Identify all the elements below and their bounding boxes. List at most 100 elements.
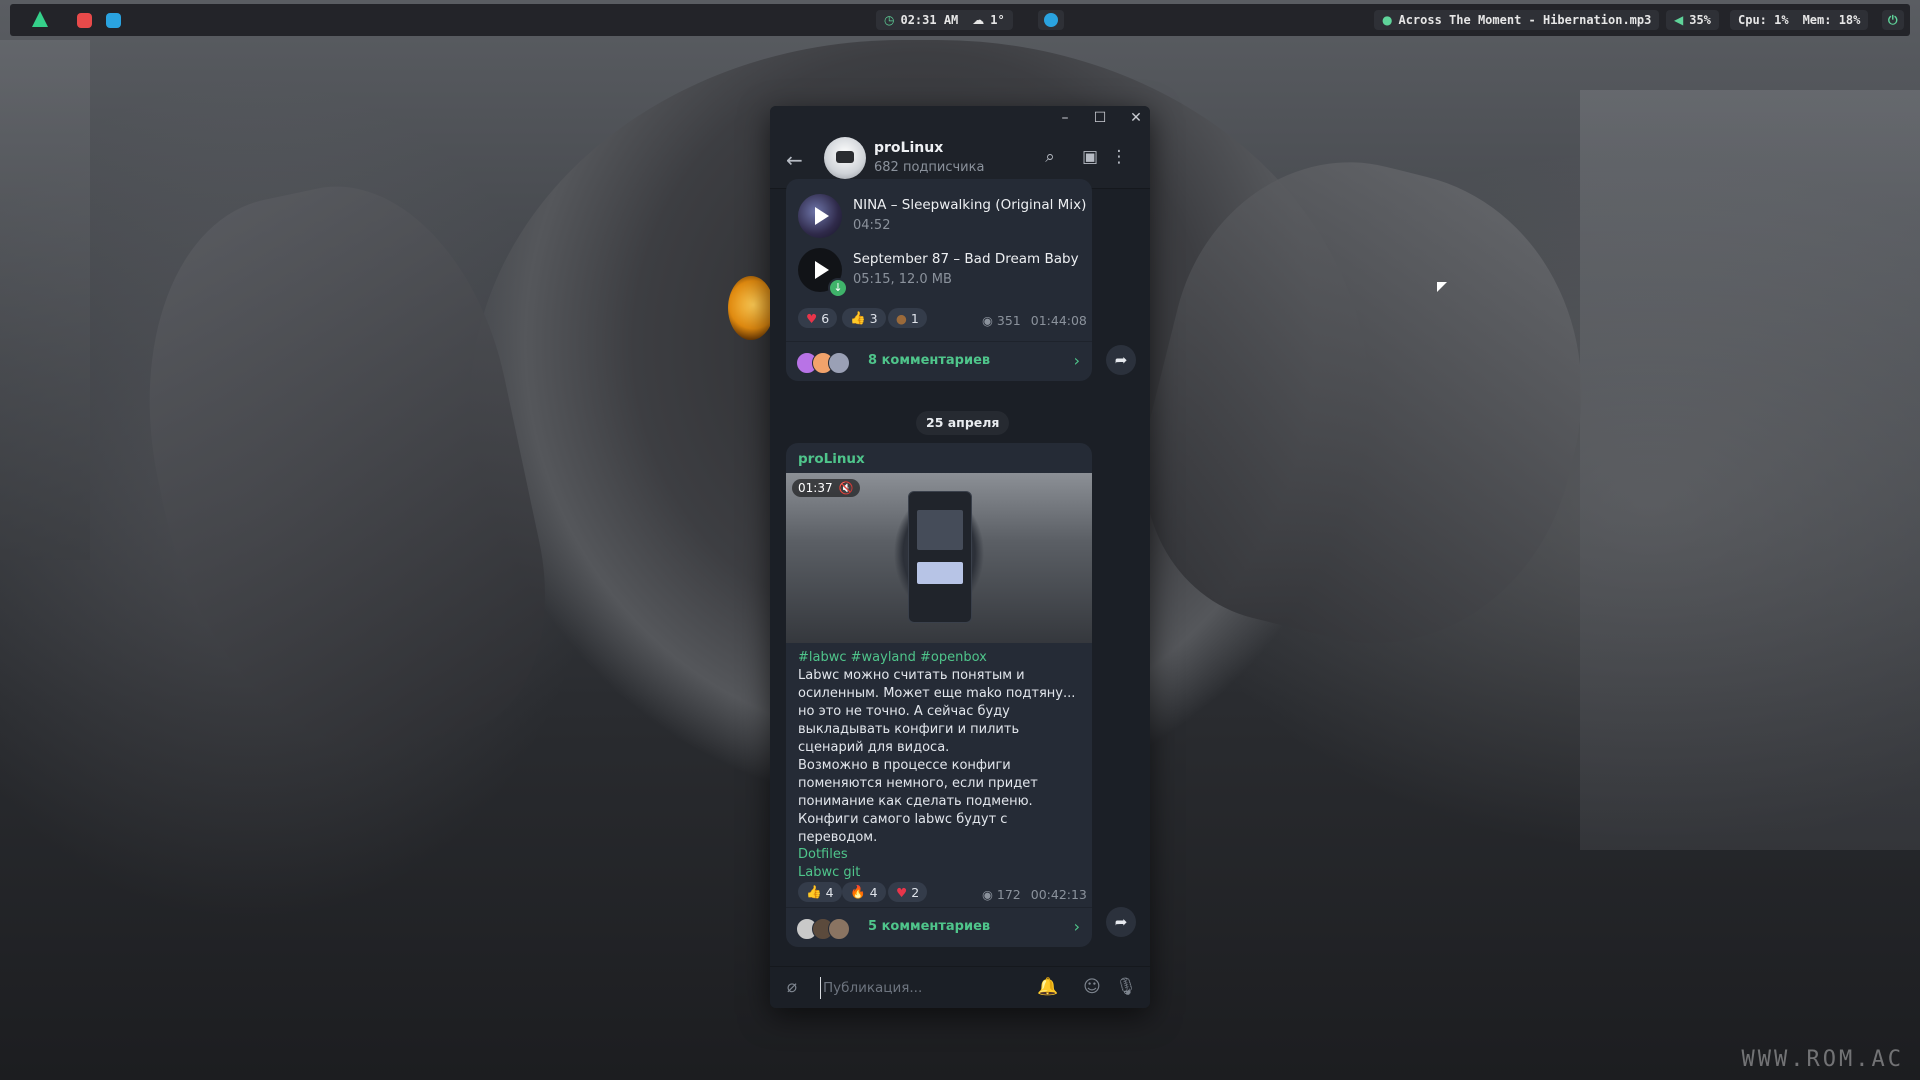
play-icon[interactable] — [798, 194, 842, 238]
wallpaper-glowing-eye — [728, 276, 774, 340]
link-labwc-git[interactable]: Labwc git — [798, 865, 860, 880]
emoji-icon[interactable]: ☺ — [1080, 977, 1104, 999]
reaction-thumbs-up[interactable]: 👍 4 — [798, 882, 842, 902]
reaction-heart[interactable]: ♥ 2 — [888, 882, 928, 902]
comments-count: 5 комментариев — [868, 919, 991, 934]
fire-icon: 🔥 — [850, 884, 866, 899]
reaction-count: 2 — [911, 884, 920, 900]
message-video-post: proLinux 01:37 🔇 #labwc #wayland #openbo… — [786, 443, 1092, 947]
video-duration-badge: 01:37 🔇 — [792, 479, 860, 497]
post-paragraph: Возможно в процессе конфиги поменяются н… — [798, 758, 1038, 845]
clock-widget[interactable]: ◷ 02:31 AM ☁ 1° — [876, 10, 1013, 30]
share-button[interactable]: ➦ — [1106, 345, 1136, 375]
view-count: 351 — [996, 313, 1021, 328]
track-title: September 87 – Bad Dream Baby — [853, 251, 1079, 267]
telegram-window: – ☐ ✕ ← proLinux 682 подписчика ⌕ ▣ ⋮ NI… — [770, 106, 1150, 1008]
now-playing-widget[interactable]: ● Across The Moment - Hibernation.mp3 — [1374, 10, 1660, 30]
wallpaper-left-hand — [105, 158, 575, 782]
post-author[interactable]: proLinux — [798, 451, 865, 467]
track-title: NINA – Sleepwalking (Original Mix) — [853, 197, 1087, 213]
now-playing-title: Across The Moment - Hibernation.mp3 — [1398, 13, 1652, 27]
subscriber-count: 682 подписчика — [874, 160, 985, 175]
track-duration: 05:15, 12.0 MB — [853, 272, 952, 287]
weather-temp: 1° — [990, 13, 1005, 27]
channel-avatar[interactable] — [824, 137, 866, 179]
telegram-icon[interactable] — [106, 13, 121, 28]
reaction-count: 1 — [910, 310, 919, 326]
music-icon: ● — [1382, 13, 1393, 27]
comments-count: 8 комментариев — [868, 353, 991, 368]
message-audio-post: NINA – Sleepwalking (Original Mix) 04:52… — [786, 179, 1092, 381]
video-preview-phone — [908, 491, 972, 623]
telegram-tray-icon[interactable] — [1044, 13, 1058, 27]
hashtags[interactable]: #labwc #wayland #openbox — [798, 649, 1086, 667]
wallpaper-building-left — [0, 40, 90, 560]
power-icon[interactable]: ⏻ — [1888, 13, 1898, 28]
avatar — [828, 352, 850, 374]
microphone-icon[interactable]: 🎙 — [1114, 977, 1138, 999]
heart-icon: ♥ — [806, 310, 818, 326]
eye-icon: ◉ — [982, 313, 993, 328]
chevron-right-icon: › — [1073, 917, 1080, 936]
discussion-icon[interactable]: ▣ — [1078, 147, 1102, 171]
top-panel: ◷ 02:31 AM ☁ 1° ● Across The Moment - Hi… — [10, 4, 1910, 36]
reaction-heart[interactable]: ♥ 6 — [798, 308, 838, 328]
thumbs-up-icon: 👍 — [850, 310, 866, 325]
post-views: ◉ 172 00:42:13 — [982, 887, 1087, 902]
muted-icon[interactable]: 🔇 — [839, 481, 854, 495]
audio-track[interactable]: NINA – Sleepwalking (Original Mix) 04:52 — [798, 194, 1088, 242]
attach-icon[interactable]: ⌀ — [780, 977, 804, 999]
video-duration: 01:37 — [798, 481, 833, 495]
message-input[interactable]: Публикация... — [820, 977, 922, 999]
bell-icon[interactable]: 🔔 — [1036, 977, 1060, 999]
cloud-icon: ☁ — [972, 13, 985, 27]
app-red-icon[interactable] — [77, 13, 92, 28]
sysinfo-widget: Cpu: 1% Mem: 18% — [1730, 10, 1869, 30]
share-button[interactable]: ➦ — [1106, 907, 1136, 937]
post-time: 00:42:13 — [1030, 887, 1087, 902]
close-button[interactable]: ✕ — [1125, 108, 1147, 128]
channel-title[interactable]: proLinux — [874, 140, 943, 156]
post-views: ◉ 351 01:44:08 — [982, 313, 1087, 328]
back-arrow-icon[interactable]: ← — [786, 148, 803, 172]
share-icon: ➦ — [1114, 913, 1128, 931]
mem-usage: Mem: 18% — [1802, 13, 1861, 27]
download-icon[interactable]: ↓ — [828, 278, 848, 298]
volume-icon: ◀ — [1674, 13, 1684, 27]
reaction-count: 4 — [825, 884, 834, 900]
video-thumbnail[interactable]: 01:37 🔇 — [786, 473, 1092, 643]
minimize-button[interactable]: – — [1054, 108, 1076, 128]
search-icon[interactable]: ⌕ — [1038, 147, 1062, 171]
message-composer: ⌀ Публикация... 🔔 ☺ 🎙 — [770, 966, 1150, 1008]
clock-time: 02:31 AM — [900, 13, 959, 27]
tray — [1038, 10, 1064, 30]
arch-linux-icon[interactable] — [32, 11, 48, 27]
eye-icon: ◉ — [982, 887, 993, 902]
reaction-count: 3 — [869, 310, 878, 326]
volume-level: 35% — [1689, 13, 1711, 27]
cpu-usage: Cpu: 1% — [1738, 13, 1789, 27]
clock-icon: ◷ — [884, 13, 895, 27]
comments-link[interactable]: 8 комментариев › — [786, 341, 1092, 382]
audio-track[interactable]: ↓ September 87 – Bad Dream Baby 05:15, 1… — [798, 248, 1088, 298]
link-dotfiles[interactable]: Dotfiles — [798, 847, 848, 862]
reaction-poop[interactable]: ● 1 — [888, 308, 927, 328]
more-menu-icon[interactable]: ⋮ — [1107, 147, 1131, 171]
wallpaper-watermark: WWW.ROM.AC — [1741, 1047, 1904, 1072]
window-titlebar[interactable]: – ☐ ✕ — [770, 106, 1150, 130]
reaction-thumbs-up[interactable]: 👍 3 — [842, 308, 886, 328]
reaction-count: 4 — [869, 884, 878, 900]
view-count: 172 — [996, 887, 1021, 902]
reaction-fire[interactable]: 🔥 4 — [842, 882, 886, 902]
chevron-right-icon: › — [1073, 351, 1080, 370]
volume-widget[interactable]: ◀ 35% — [1666, 10, 1719, 30]
date-separator: 25 апреля — [916, 411, 1010, 435]
avatar — [828, 918, 850, 940]
maximize-button[interactable]: ☐ — [1089, 108, 1111, 128]
comments-link[interactable]: 5 комментариев › — [786, 907, 1092, 948]
power-widget[interactable]: ⏻ — [1882, 10, 1904, 30]
hashtag-links[interactable]: #labwc #wayland #openbox — [798, 650, 987, 665]
track-duration: 04:52 — [853, 218, 891, 233]
message-list[interactable]: NINA – Sleepwalking (Original Mix) 04:52… — [770, 179, 1150, 949]
mouse-cursor — [1437, 282, 1447, 292]
